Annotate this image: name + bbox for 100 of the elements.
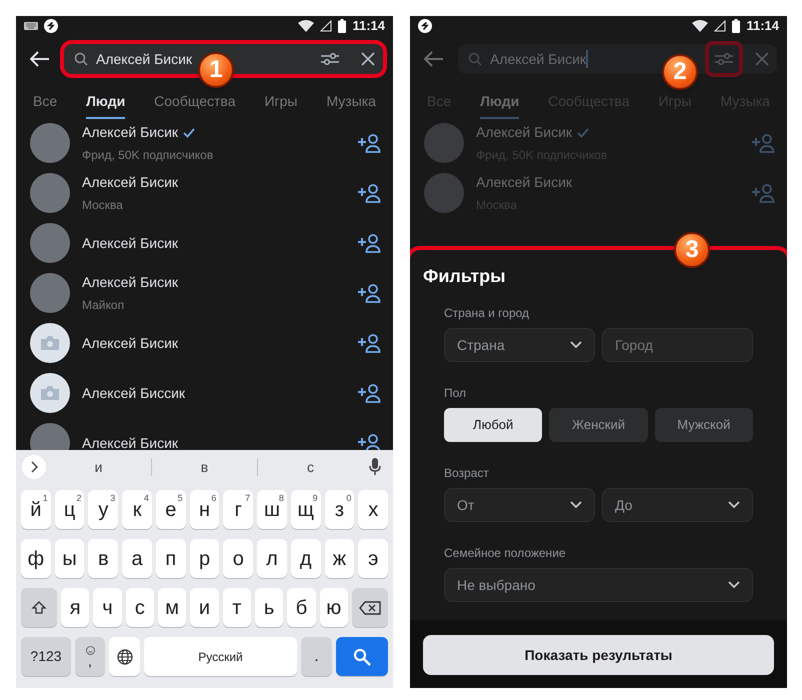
photo-placeholder bbox=[30, 273, 70, 313]
contact-name: Алексей Бисик bbox=[476, 123, 572, 142]
globe-icon bbox=[116, 648, 132, 664]
add-person-icon bbox=[357, 183, 381, 203]
step-number-badge: 2 bbox=[662, 54, 698, 90]
key[interactable]: о bbox=[223, 539, 254, 578]
suggestion[interactable]: с bbox=[258, 456, 363, 478]
add-friend-button[interactable] bbox=[357, 283, 381, 303]
key[interactable]: ы bbox=[54, 539, 84, 578]
key[interactable]: ю bbox=[320, 588, 348, 627]
language-key[interactable] bbox=[109, 637, 140, 676]
field-label: Страна и город bbox=[444, 305, 530, 320]
contact-name: Алексей Бисик bbox=[82, 173, 178, 192]
add-friend-button[interactable] bbox=[357, 333, 381, 353]
search-query: Алексей Бисик bbox=[490, 50, 586, 68]
suggestion[interactable]: в bbox=[152, 456, 257, 478]
gender-option[interactable]: Любой bbox=[444, 408, 542, 442]
tab[interactable]: Игры bbox=[264, 91, 298, 119]
dropdown[interactable]: Не выбрано bbox=[444, 568, 753, 602]
add-person-icon bbox=[357, 333, 381, 353]
key[interactable]: ж bbox=[324, 539, 354, 578]
add-friend-button[interactable] bbox=[357, 133, 381, 153]
dropdown-value: Страна bbox=[457, 336, 506, 355]
key[interactable]: б bbox=[287, 588, 316, 627]
comma-key[interactable]: , bbox=[75, 637, 105, 676]
key[interactable]: в bbox=[88, 539, 118, 578]
key[interactable]: ь bbox=[254, 588, 284, 627]
key[interactable]: д bbox=[290, 539, 321, 578]
key[interactable]: ф bbox=[21, 539, 51, 578]
contact-subtitle: Москва bbox=[82, 197, 124, 214]
show-results-button[interactable]: Показать результаты bbox=[423, 635, 774, 675]
key[interactable]: ч bbox=[93, 588, 122, 627]
tab[interactable]: Все bbox=[33, 91, 58, 119]
field-label: Пол bbox=[444, 385, 468, 400]
key[interactable]: м bbox=[158, 588, 186, 627]
contact-name: Алексей Бисик bbox=[82, 123, 178, 142]
photo-placeholder bbox=[30, 123, 70, 163]
key[interactable]: т bbox=[222, 588, 251, 627]
step-number-badge: 1 bbox=[198, 52, 234, 88]
add-friend-button[interactable] bbox=[357, 183, 381, 203]
key[interactable]: р bbox=[190, 539, 220, 578]
dropdown[interactable]: До bbox=[602, 488, 753, 522]
tab[interactable]: Люди bbox=[86, 91, 126, 119]
tab[interactable]: Музыка bbox=[326, 91, 376, 119]
add-friend-button[interactable] bbox=[357, 433, 381, 450]
backspace-icon bbox=[358, 600, 381, 614]
camera-icon bbox=[40, 335, 60, 351]
chevron-down-icon bbox=[728, 581, 740, 589]
chevron-down-icon bbox=[570, 501, 582, 509]
field-label: Семейное положение bbox=[444, 545, 567, 560]
back-arrow-icon[interactable] bbox=[30, 51, 50, 67]
key[interactable]: а bbox=[122, 539, 152, 578]
wifi-icon bbox=[298, 20, 314, 32]
battery-icon bbox=[338, 19, 346, 33]
app-notification-icon bbox=[418, 19, 432, 33]
photo-placeholder bbox=[424, 173, 464, 213]
gender-option[interactable]: Мужской bbox=[654, 408, 753, 442]
expand-toolbar-icon[interactable] bbox=[22, 455, 46, 479]
shift-key[interactable] bbox=[21, 588, 57, 627]
photo-placeholder bbox=[30, 223, 70, 263]
key[interactable]: п bbox=[156, 539, 186, 578]
sliders-icon bbox=[320, 51, 340, 67]
step-number-badge: 3 bbox=[674, 232, 710, 268]
signal-icon bbox=[320, 20, 332, 32]
field-label: Возраст bbox=[444, 465, 490, 480]
suggestion[interactable]: и bbox=[46, 456, 151, 478]
app-notification-icon bbox=[44, 19, 58, 33]
add-friend-button[interactable] bbox=[357, 233, 381, 253]
key[interactable]: я bbox=[61, 588, 90, 627]
symbols-key[interactable]: ?123 bbox=[21, 637, 71, 676]
key[interactable]: х bbox=[358, 490, 388, 529]
tab[interactable]: Сообщества bbox=[154, 91, 236, 119]
search-query: Алексей Бисик bbox=[96, 50, 192, 68]
add-person-icon bbox=[751, 183, 775, 203]
dropdown[interactable]: От bbox=[444, 488, 595, 522]
add-friend-button[interactable] bbox=[357, 383, 381, 403]
city-input-field[interactable]: Город bbox=[602, 328, 753, 362]
period-key[interactable]: . bbox=[301, 637, 332, 676]
space-key[interactable]: Русский bbox=[144, 637, 297, 676]
key[interactable]: и bbox=[190, 588, 219, 627]
key[interactable]: с bbox=[126, 588, 154, 627]
close-icon[interactable] bbox=[361, 52, 375, 66]
backspace-key[interactable] bbox=[352, 588, 388, 627]
key[interactable]: э bbox=[358, 539, 388, 578]
gender-option[interactable]: Женский bbox=[549, 408, 648, 442]
contact-name: Алексей Бисик bbox=[82, 334, 178, 352]
status-time: 11:14 bbox=[746, 17, 779, 36]
search-icon bbox=[353, 648, 371, 666]
contact-subtitle: Майкоп bbox=[82, 297, 126, 314]
battery-icon bbox=[732, 19, 740, 33]
contact-name: Алексей Биссик bbox=[82, 384, 186, 402]
search-key[interactable] bbox=[336, 637, 388, 676]
keyboard-icon bbox=[24, 22, 38, 30]
contact-name: Алексей Бисик bbox=[82, 434, 178, 450]
key[interactable]: л bbox=[257, 539, 287, 578]
smiley-icon bbox=[86, 646, 94, 655]
add-person-icon bbox=[751, 133, 775, 153]
add-person-icon bbox=[357, 383, 381, 403]
photo-placeholder bbox=[424, 123, 464, 163]
dropdown[interactable]: Страна bbox=[444, 328, 595, 362]
